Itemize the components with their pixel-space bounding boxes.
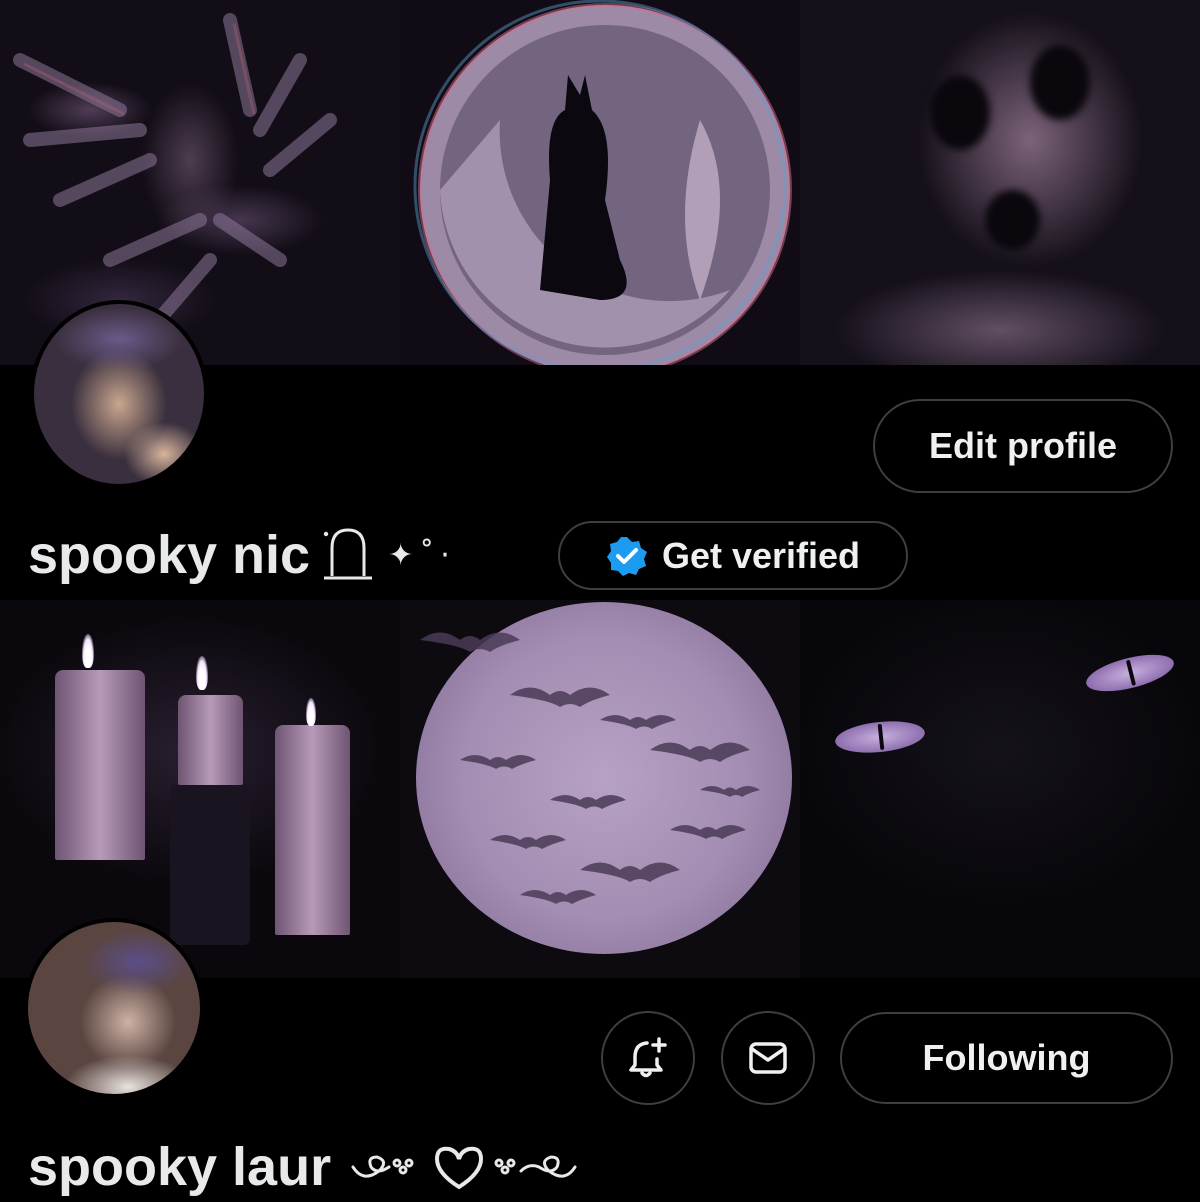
banner-image-candles xyxy=(0,600,400,978)
get-verified-label: Get verified xyxy=(661,534,861,576)
swirl-heart-decoration xyxy=(349,1137,579,1197)
profile-avatar-top[interactable] xyxy=(30,300,208,488)
display-name-top: spooky nic ✦˚· xyxy=(28,520,456,590)
message-button[interactable] xyxy=(721,1011,815,1105)
flame-right xyxy=(306,698,316,726)
candle-holder xyxy=(170,785,250,945)
candle-right xyxy=(275,725,350,935)
profile-avatar-bottom[interactable] xyxy=(24,918,204,1098)
edit-profile-label: Edit profile xyxy=(929,425,1117,466)
face-mouth xyxy=(985,190,1040,250)
flame-left xyxy=(82,634,94,668)
profile-banner-bottom[interactable] xyxy=(0,600,1200,978)
envelope-icon xyxy=(745,1035,791,1081)
bell-plus-icon xyxy=(625,1035,671,1081)
hands-illustration xyxy=(13,13,337,337)
verified-badge-icon xyxy=(606,535,648,577)
banner-image-cat-eyes xyxy=(800,600,1200,978)
moon-cat-illustration xyxy=(413,0,792,365)
cat-eye-left xyxy=(833,717,927,757)
profile-banner-top[interactable] xyxy=(0,0,1200,365)
display-name-text: spooky nic xyxy=(28,525,311,585)
face-eye-right xyxy=(1030,45,1090,120)
name-sparkle-decoration: ✦˚· xyxy=(388,537,456,573)
following-label: Following xyxy=(922,1037,1091,1078)
banner-image-moon-cat xyxy=(400,0,800,365)
tombstone-icon xyxy=(318,524,378,586)
bats-swarm xyxy=(420,632,760,904)
flame-middle xyxy=(196,656,208,690)
cat-eye-right xyxy=(1082,647,1178,699)
face-eye-left xyxy=(930,75,990,150)
candle-middle xyxy=(178,695,243,785)
banner-image-bat-moon xyxy=(400,600,800,978)
display-name-bottom: spooky laur xyxy=(28,1132,579,1202)
candle-left xyxy=(55,670,145,860)
banner-image-hands xyxy=(0,0,400,365)
banner-image-face xyxy=(800,0,1200,365)
display-name-text: spooky laur xyxy=(28,1137,332,1197)
following-button[interactable]: Following xyxy=(840,1012,1173,1104)
edit-profile-button[interactable]: Edit profile xyxy=(873,399,1173,493)
notifications-button[interactable] xyxy=(601,1011,695,1105)
get-verified-button[interactable]: Get verified xyxy=(558,521,908,590)
